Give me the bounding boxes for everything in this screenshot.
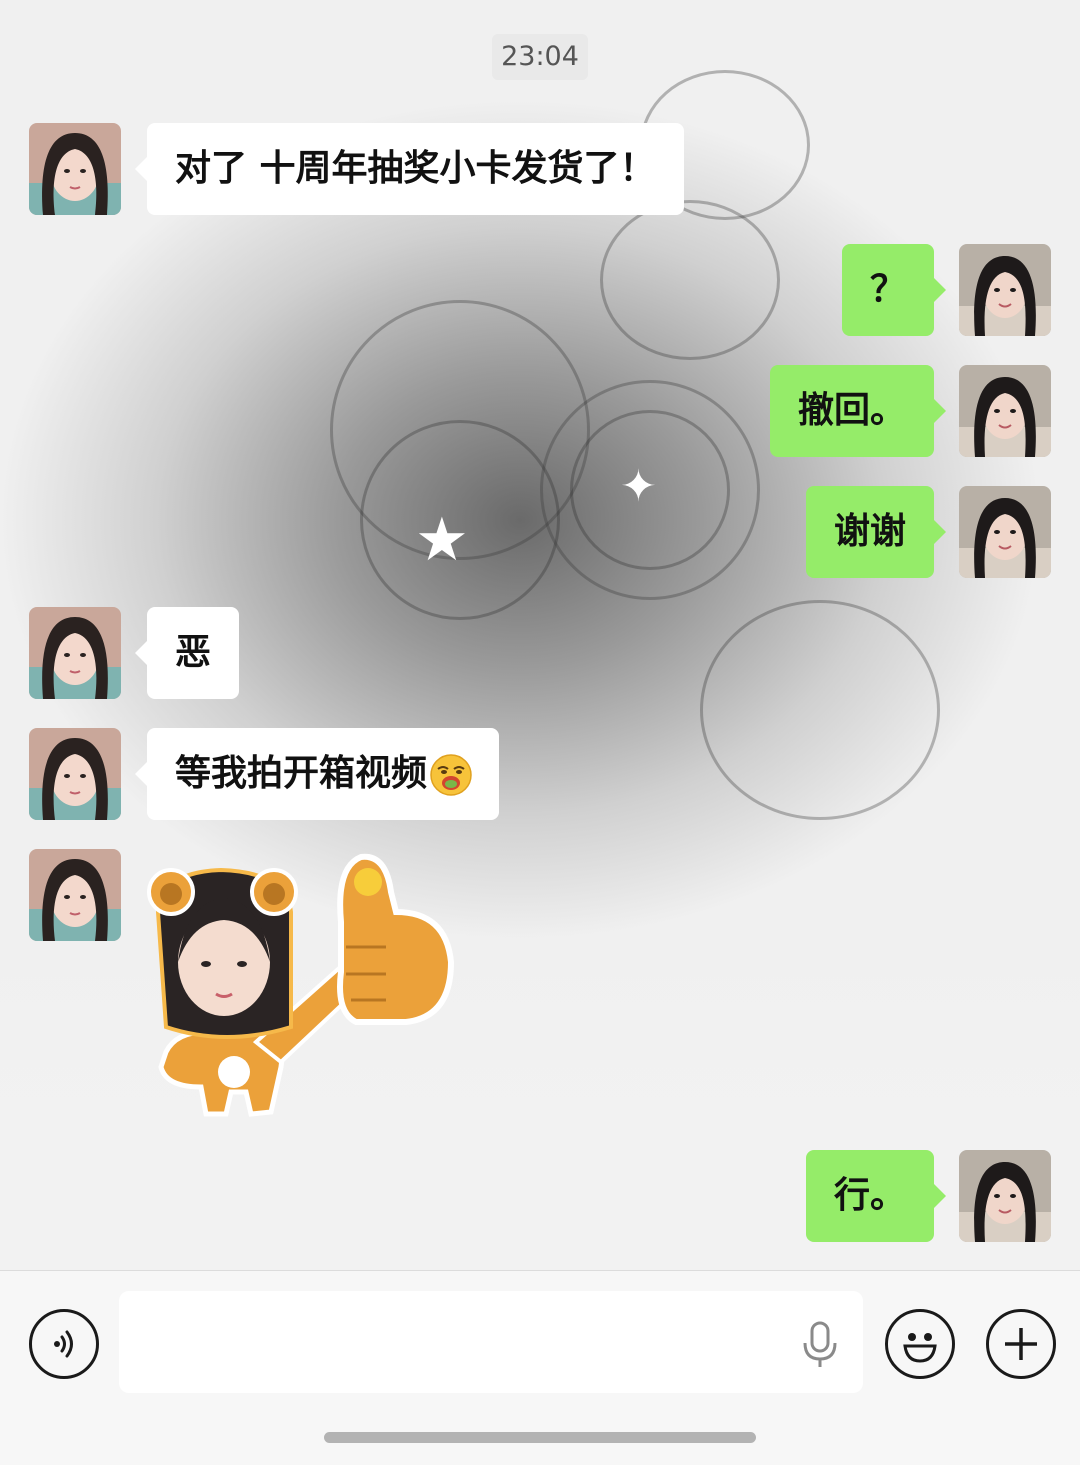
my-avatar[interactable] xyxy=(959,486,1051,578)
message-bubble[interactable]: 行。 xyxy=(805,1150,947,1242)
home-indicator xyxy=(324,1432,756,1443)
message-bubble[interactable]: 谢谢 xyxy=(805,486,947,578)
my-avatar-image xyxy=(959,1150,1051,1242)
message-text: 等我拍开箱视频 xyxy=(175,753,428,794)
message-timestamp: 23:04 xyxy=(492,34,588,80)
contact-avatar[interactable] xyxy=(29,607,121,699)
more-button[interactable] xyxy=(986,1309,1056,1379)
contact-avatar[interactable] xyxy=(29,728,121,820)
emoji-button[interactable] xyxy=(885,1309,955,1379)
contact-avatar-image xyxy=(29,123,121,215)
bear-thumbs-up-sticker[interactable] xyxy=(146,852,456,1122)
emoji-icon xyxy=(903,1333,937,1363)
my-avatar-image xyxy=(959,365,1051,457)
background-swirl xyxy=(700,600,940,820)
contact-avatar[interactable] xyxy=(29,123,121,215)
contact-avatar-image xyxy=(29,728,121,820)
my-avatar[interactable] xyxy=(959,1150,1051,1242)
message-bubble[interactable]: 撤回。 xyxy=(769,365,947,457)
background-swirl xyxy=(600,200,780,360)
message-input[interactable] xyxy=(119,1291,863,1393)
drooling-emoji-icon xyxy=(430,754,472,796)
my-avatar[interactable] xyxy=(959,365,1051,457)
contact-avatar[interactable] xyxy=(29,849,121,941)
message-bubble[interactable]: 等我拍开箱视频 xyxy=(134,728,500,820)
my-avatar[interactable] xyxy=(959,244,1051,336)
my-avatar-image xyxy=(959,486,1051,578)
message-bubble[interactable]: 恶 xyxy=(134,607,240,699)
background-star: ★ xyxy=(415,505,469,575)
plus-icon xyxy=(1005,1328,1037,1360)
message-bubble[interactable]: ？ xyxy=(841,244,947,336)
voice-toggle-button[interactable] xyxy=(29,1309,99,1379)
contact-avatar-image xyxy=(29,607,121,699)
contact-avatar-image xyxy=(29,849,121,941)
microphone-icon[interactable] xyxy=(800,1321,840,1369)
background-star: ✦ xyxy=(620,461,657,512)
my-avatar-image xyxy=(959,244,1051,336)
voice-toggle-icon xyxy=(54,1330,73,1358)
message-bubble[interactable]: 对了 十周年抽奖小卡发货了！ xyxy=(135,123,684,215)
